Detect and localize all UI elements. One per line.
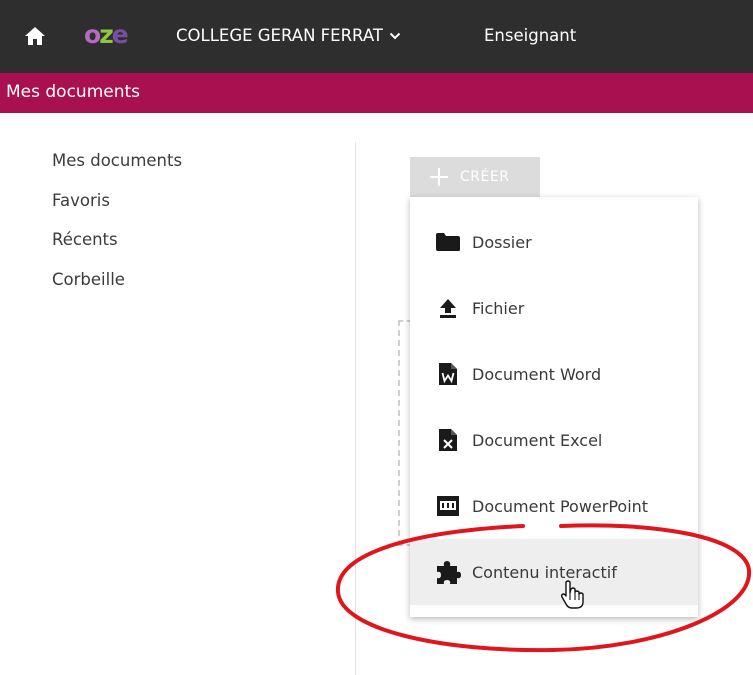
sidebar-item-favoris[interactable]: Favoris: [52, 190, 182, 212]
home-icon[interactable]: [24, 25, 46, 47]
folder-icon: [434, 228, 462, 256]
sidebar-item-corbeille[interactable]: Corbeille: [52, 269, 182, 291]
menu-item-fichier[interactable]: Fichier: [410, 275, 698, 341]
page-title: Mes documents: [6, 82, 141, 102]
page-title-bar: Mes documents: [0, 73, 753, 113]
menu-item-label: Document Word: [472, 364, 602, 384]
app-logo[interactable]: oze: [84, 22, 129, 48]
hand-pointer-icon: [560, 580, 584, 609]
create-button[interactable]: CRÉER: [410, 157, 540, 197]
chevron-down-icon: [389, 32, 401, 40]
upload-icon: [434, 294, 462, 322]
menu-item-document-word[interactable]: Document Word: [410, 341, 698, 407]
menu-item-document-excel[interactable]: Document Excel: [410, 407, 698, 473]
school-selector[interactable]: COLLEGE GERAN FERRAT: [176, 25, 401, 47]
sidebar-item-recents[interactable]: Récents: [52, 229, 182, 251]
plus-icon: [430, 168, 448, 186]
sidebar-nav: Mes documents Favoris Récents Corbeille: [52, 150, 182, 308]
menu-item-label: Dossier: [472, 232, 532, 252]
sidebar-item-mes-documents[interactable]: Mes documents: [52, 150, 182, 172]
excel-document-icon: [434, 426, 462, 454]
annotation-ellipse: [335, 523, 752, 653]
school-name: COLLEGE GERAN FERRAT: [176, 26, 383, 45]
word-document-icon: [434, 360, 462, 388]
role-label[interactable]: Enseignant: [484, 25, 576, 47]
menu-item-label: Document Excel: [472, 430, 603, 450]
create-button-label: CRÉER: [460, 169, 510, 185]
top-bar: oze COLLEGE GERAN FERRAT Enseignant: [0, 0, 753, 73]
menu-item-label: Fichier: [472, 298, 525, 318]
menu-item-dossier[interactable]: Dossier: [410, 209, 698, 275]
